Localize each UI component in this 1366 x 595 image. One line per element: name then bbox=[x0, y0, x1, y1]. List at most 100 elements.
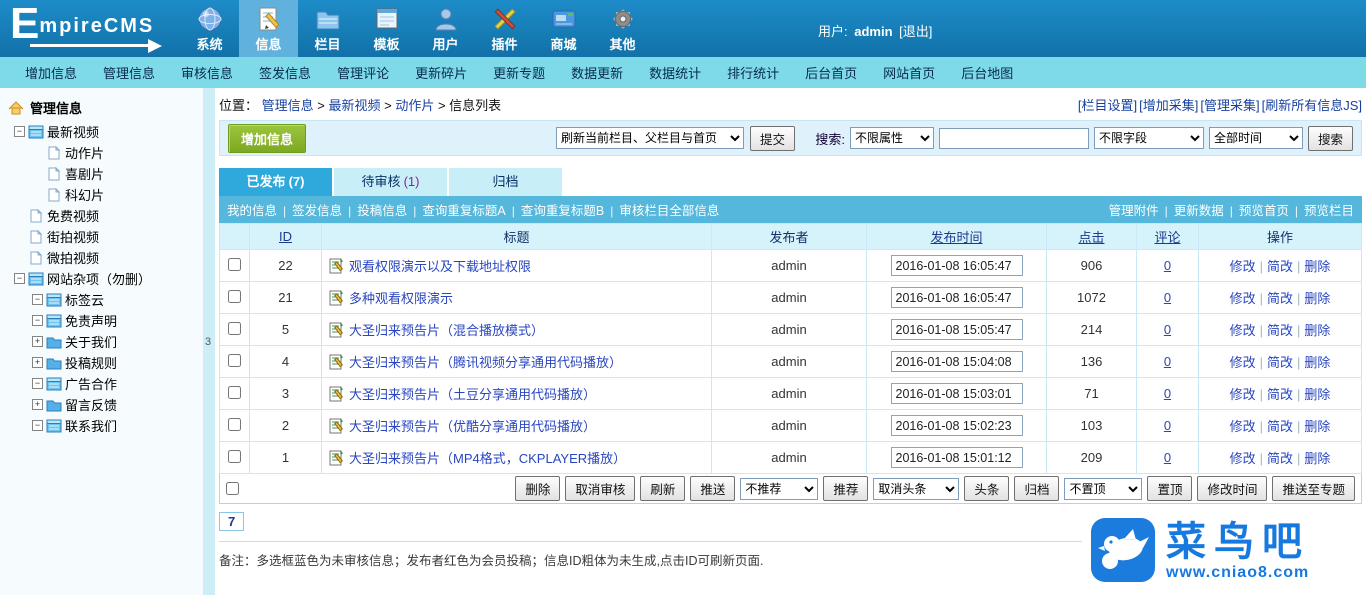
row-checkbox[interactable] bbox=[228, 386, 241, 399]
row-comments-link[interactable]: 0 bbox=[1164, 354, 1171, 369]
batch-select[interactable]: 不推荐 bbox=[740, 478, 818, 500]
batch-button[interactable]: 刷新 bbox=[640, 476, 685, 501]
row-action-link[interactable]: 简改 bbox=[1267, 451, 1293, 466]
link-bar-link[interactable]: 预览栏目 bbox=[1304, 204, 1354, 218]
quick-link[interactable]: [栏目设置] bbox=[1078, 98, 1137, 113]
link-bar-link[interactable]: 我的信息 bbox=[227, 204, 277, 218]
batch-button[interactable]: 删除 bbox=[515, 476, 560, 501]
row-id[interactable]: 2 bbox=[250, 410, 322, 442]
row-time-input[interactable] bbox=[891, 255, 1023, 276]
tab-active[interactable]: 已发布(7) bbox=[219, 168, 332, 196]
tree-item-label[interactable]: 动作片 bbox=[65, 143, 104, 162]
top-menu-item[interactable]: 插件 bbox=[475, 0, 534, 57]
batch-button[interactable]: 推荐 bbox=[823, 476, 868, 501]
quick-link[interactable]: [刷新所有信息JS] bbox=[1262, 98, 1362, 113]
tree-toggle-minus[interactable]: − bbox=[32, 315, 43, 326]
tree-toggle-minus[interactable]: − bbox=[14, 273, 25, 284]
tree-item-label[interactable]: 网站杂项（勿删） bbox=[47, 269, 151, 288]
batch-button[interactable]: 头条 bbox=[964, 476, 1009, 501]
row-id[interactable]: 21 bbox=[250, 282, 322, 314]
nav-link[interactable]: 审核信息 bbox=[168, 63, 246, 82]
row-action-link[interactable]: 删除 bbox=[1304, 323, 1330, 338]
add-info-button[interactable]: 增加信息 bbox=[228, 124, 306, 153]
row-checkbox[interactable] bbox=[228, 354, 241, 367]
tab-inactive[interactable]: 归档 bbox=[449, 168, 562, 196]
row-time-input[interactable] bbox=[891, 447, 1023, 468]
row-comments-link[interactable]: 0 bbox=[1164, 322, 1171, 337]
row-checkbox[interactable] bbox=[228, 322, 241, 335]
tree-toggle-plus[interactable]: + bbox=[32, 357, 43, 368]
row-comments-link[interactable]: 0 bbox=[1164, 418, 1171, 433]
tree-item-label[interactable]: 广告合作 bbox=[65, 374, 117, 393]
row-id[interactable]: 3 bbox=[250, 378, 322, 410]
link-bar-link[interactable]: 查询重复标题A bbox=[422, 204, 505, 218]
tree-item-label[interactable]: 留言反馈 bbox=[65, 395, 117, 414]
row-comments-link[interactable]: 0 bbox=[1164, 258, 1171, 273]
nav-link[interactable]: 增加信息 bbox=[12, 63, 90, 82]
tree-item-label[interactable]: 免费视频 bbox=[47, 206, 99, 225]
row-action-link[interactable]: 简改 bbox=[1267, 259, 1293, 274]
tab-inactive[interactable]: 待审核(1) bbox=[334, 168, 447, 196]
select-all-checkbox[interactable] bbox=[226, 482, 239, 495]
tree-item-label[interactable]: 喜剧片 bbox=[65, 164, 104, 183]
row-checkbox[interactable] bbox=[228, 450, 241, 463]
nav-link[interactable]: 后台首页 bbox=[792, 63, 870, 82]
link-bar-link[interactable]: 投稿信息 bbox=[357, 204, 407, 218]
row-time-input[interactable] bbox=[891, 319, 1023, 340]
row-title-link[interactable]: 大圣归来预告片（腾讯视频分享通用代码播放） bbox=[349, 355, 622, 370]
row-action-link[interactable]: 修改 bbox=[1230, 323, 1256, 338]
row-action-link[interactable]: 修改 bbox=[1230, 259, 1256, 274]
tree-item-label[interactable]: 微拍视频 bbox=[47, 248, 99, 267]
page-number[interactable]: 7 bbox=[219, 512, 244, 531]
nav-link[interactable]: 管理信息 bbox=[90, 63, 168, 82]
tree-toggle-minus[interactable]: − bbox=[32, 378, 43, 389]
tree-item-label[interactable]: 投稿规则 bbox=[65, 353, 117, 372]
row-comments-link[interactable]: 0 bbox=[1164, 450, 1171, 465]
row-action-link[interactable]: 修改 bbox=[1230, 387, 1256, 402]
link-bar-link[interactable]: 签发信息 bbox=[292, 204, 342, 218]
comments-sort-link[interactable]: 评论 bbox=[1154, 230, 1180, 245]
tree-item-label[interactable]: 标签云 bbox=[65, 290, 104, 309]
top-menu-item[interactable]: 栏目 bbox=[298, 0, 357, 57]
top-menu-item[interactable]: 系统 bbox=[180, 0, 239, 57]
row-action-link[interactable]: 删除 bbox=[1304, 291, 1330, 306]
search-field-select[interactable]: 不限字段 bbox=[1094, 127, 1204, 149]
row-action-link[interactable]: 简改 bbox=[1267, 323, 1293, 338]
nav-link[interactable]: 数据更新 bbox=[558, 63, 636, 82]
search-time-select[interactable]: 全部时间 bbox=[1209, 127, 1303, 149]
clicks-sort-link[interactable]: 点击 bbox=[1078, 230, 1104, 245]
nav-link[interactable]: 后台地图 bbox=[948, 63, 1026, 82]
batch-select[interactable]: 取消头条 bbox=[873, 478, 959, 500]
row-action-link[interactable]: 简改 bbox=[1267, 419, 1293, 434]
quick-link[interactable]: [管理采集] bbox=[1200, 98, 1259, 113]
tree-item-label[interactable]: 联系我们 bbox=[65, 416, 117, 435]
batch-button[interactable]: 取消审核 bbox=[565, 476, 635, 501]
link-bar-link[interactable]: 更新数据 bbox=[1174, 204, 1224, 218]
time-sort-link[interactable]: 发布时间 bbox=[930, 230, 982, 245]
row-id[interactable]: 4 bbox=[250, 346, 322, 378]
row-time-input[interactable] bbox=[891, 287, 1023, 308]
batch-button[interactable]: 推送至专题 bbox=[1272, 476, 1355, 501]
search-attr-select[interactable]: 不限属性 bbox=[850, 127, 934, 149]
row-checkbox[interactable] bbox=[228, 418, 241, 431]
row-action-link[interactable]: 修改 bbox=[1230, 291, 1256, 306]
tree-toggle-minus[interactable]: − bbox=[32, 420, 43, 431]
search-button[interactable]: 搜索 bbox=[1308, 126, 1353, 151]
tree-item-label[interactable]: 街拍视频 bbox=[47, 227, 99, 246]
row-action-link[interactable]: 修改 bbox=[1230, 355, 1256, 370]
nav-link[interactable]: 签发信息 bbox=[246, 63, 324, 82]
row-comments-link[interactable]: 0 bbox=[1164, 290, 1171, 305]
batch-button[interactable]: 推送 bbox=[690, 476, 735, 501]
top-menu-item[interactable]: 商城 bbox=[534, 0, 593, 57]
tree-toggle-plus[interactable]: + bbox=[32, 399, 43, 410]
tree-item-label[interactable]: 关于我们 bbox=[65, 332, 117, 351]
tree-root[interactable]: 管理信息 bbox=[8, 98, 203, 117]
nav-link[interactable]: 更新碎片 bbox=[402, 63, 480, 82]
row-id[interactable]: 22 bbox=[250, 250, 322, 282]
link-bar-link[interactable]: 查询重复标题B bbox=[521, 204, 604, 218]
row-action-link[interactable]: 删除 bbox=[1304, 259, 1330, 274]
row-action-link[interactable]: 删除 bbox=[1304, 451, 1330, 466]
top-menu-item[interactable]: 用户 bbox=[416, 0, 475, 57]
row-action-link[interactable]: 修改 bbox=[1230, 451, 1256, 466]
top-menu-item[interactable]: 模板 bbox=[357, 0, 416, 57]
